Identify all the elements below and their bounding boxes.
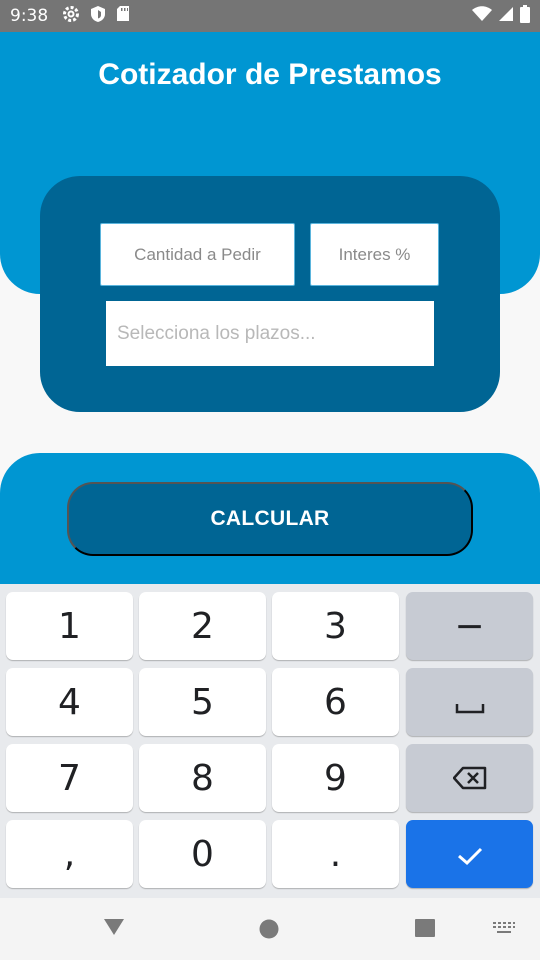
key-minus[interactable]: − (406, 592, 533, 660)
home-icon[interactable] (258, 918, 280, 945)
key-7[interactable]: 7 (6, 744, 133, 812)
keyboard-switch-icon[interactable] (492, 920, 516, 941)
space-icon (455, 682, 485, 723)
back-icon[interactable] (102, 916, 126, 943)
key-6[interactable]: 6 (272, 668, 399, 736)
sd-card-icon (116, 5, 130, 27)
recents-icon[interactable] (414, 918, 436, 943)
app-title: Cotizador de Prestamos (98, 58, 442, 91)
key-space[interactable] (406, 668, 533, 736)
key-1[interactable]: 1 (6, 592, 133, 660)
key-3[interactable]: 3 (272, 592, 399, 660)
check-icon (457, 834, 483, 875)
status-right-icons (472, 4, 530, 28)
signal-icon (498, 6, 514, 27)
key-4[interactable]: 4 (6, 668, 133, 736)
key-done[interactable] (406, 820, 533, 888)
backspace-icon (452, 758, 487, 799)
key-0[interactable]: 0 (139, 820, 266, 888)
key-8[interactable]: 8 (139, 744, 266, 812)
amount-input[interactable]: Cantidad a Pedir (100, 223, 295, 286)
term-select[interactable]: Selecciona los plazos... (106, 301, 434, 366)
key-9[interactable]: 9 (272, 744, 399, 812)
key-backspace[interactable] (406, 744, 533, 812)
interest-input[interactable]: Interes % (310, 223, 439, 286)
status-time: 9:38 (10, 6, 49, 26)
settings-icon (62, 5, 80, 28)
wifi-icon (472, 5, 492, 27)
key-comma[interactable]: , (6, 820, 133, 888)
status-left-icons (62, 5, 130, 28)
key-period[interactable]: . (272, 820, 399, 888)
loan-form-card (40, 176, 500, 412)
status-bar: 9:38 (0, 0, 540, 32)
shield-icon (90, 5, 106, 28)
navigation-bar (0, 898, 540, 960)
calculate-button[interactable]: CALCULAR (67, 482, 473, 556)
key-2[interactable]: 2 (139, 592, 266, 660)
key-5[interactable]: 5 (139, 668, 266, 736)
battery-icon (520, 4, 530, 28)
